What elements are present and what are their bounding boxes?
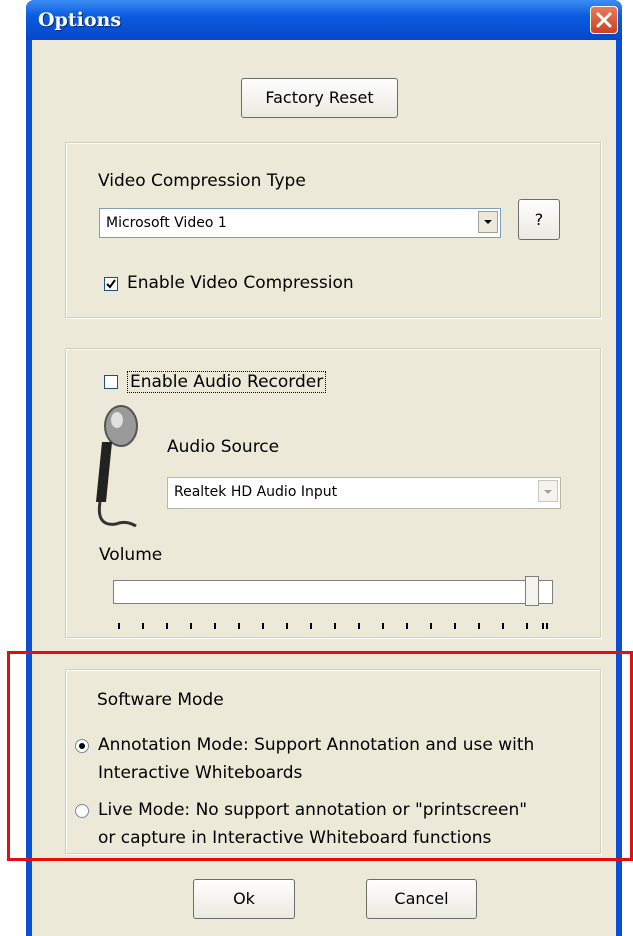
chevron-down-icon[interactable] xyxy=(538,480,558,502)
help-label: ? xyxy=(534,210,544,229)
enable-video-compression-checkbox[interactable] xyxy=(104,277,118,291)
volume-label: Volume xyxy=(99,545,163,565)
chevron-down-icon[interactable] xyxy=(478,211,498,233)
title-bar[interactable]: Options xyxy=(26,0,622,40)
ok-button[interactable]: Ok xyxy=(193,879,295,919)
window-title: Options xyxy=(38,9,122,31)
microphone-icon xyxy=(96,405,138,528)
enable-video-compression-label[interactable]: Enable Video Compression xyxy=(127,273,354,293)
audio-source-select[interactable]: Realtek HD Audio Input xyxy=(167,477,561,509)
audio-source-label: Audio Source xyxy=(167,437,280,457)
volume-slider[interactable] xyxy=(113,576,553,606)
checkmark-icon xyxy=(106,279,116,289)
close-icon xyxy=(596,12,612,28)
video-compression-type-label: Video Compression Type xyxy=(98,171,306,191)
enable-audio-recorder-checkbox[interactable] xyxy=(104,375,118,389)
video-compression-select[interactable]: Microsoft Video 1 xyxy=(99,208,501,238)
ok-label: Ok xyxy=(233,889,255,908)
cancel-button[interactable]: Cancel xyxy=(366,879,477,919)
factory-reset-label: Factory Reset xyxy=(265,88,374,107)
volume-track xyxy=(113,580,553,604)
audio-source-value: Realtek HD Audio Input xyxy=(174,484,338,500)
volume-thumb[interactable] xyxy=(525,576,539,606)
help-button[interactable]: ? xyxy=(518,199,560,240)
highlight-box xyxy=(7,651,633,861)
factory-reset-button[interactable]: Factory Reset xyxy=(241,78,398,118)
enable-audio-recorder-label[interactable]: Enable Audio Recorder xyxy=(127,371,327,393)
close-button[interactable] xyxy=(590,6,618,34)
cancel-label: Cancel xyxy=(394,889,449,908)
video-compression-value: Microsoft Video 1 xyxy=(106,215,227,231)
